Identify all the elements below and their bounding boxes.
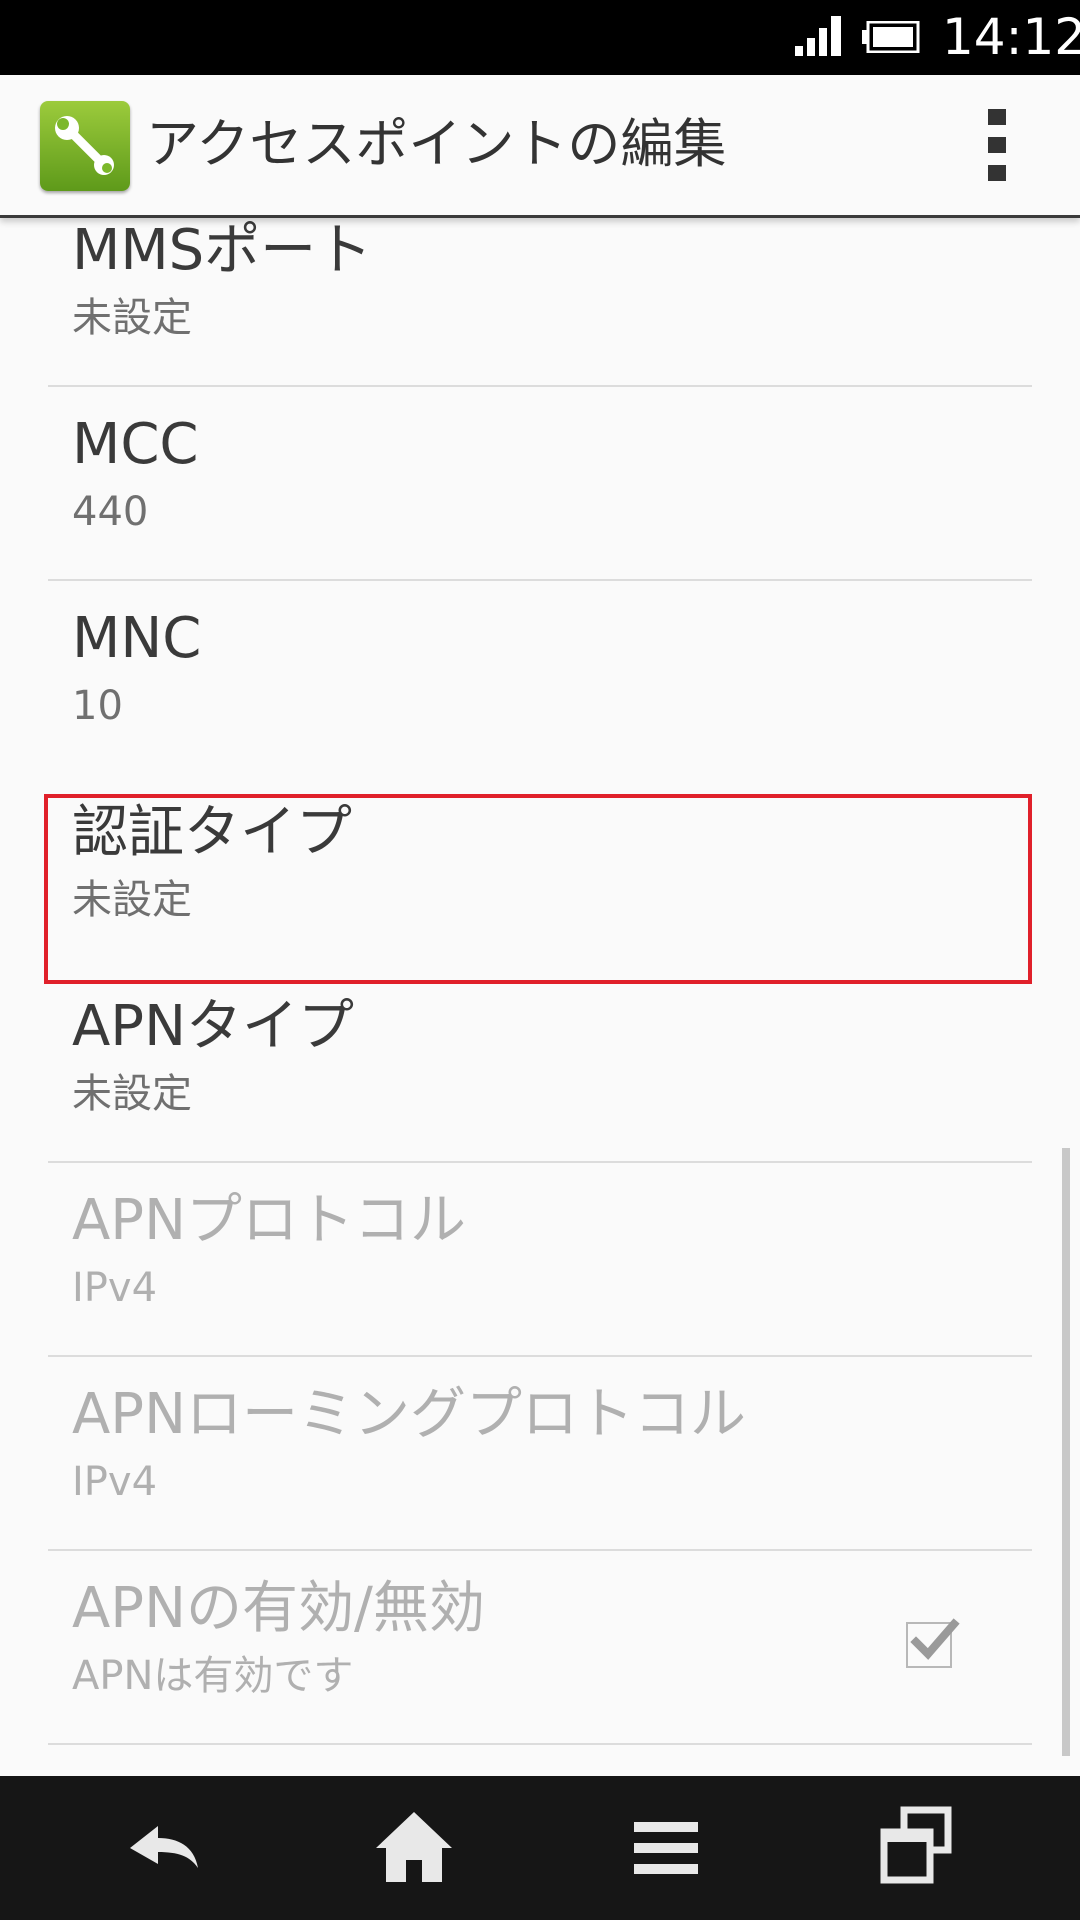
pref-summary: 未設定: [72, 1071, 192, 1117]
pref-apn-roaming-protocol: APNローミングプロトコル IPv4: [48, 1358, 1032, 1551]
checkmark-icon: [910, 1618, 960, 1660]
pref-apn-enable: APNの有効/無効 APNは有効です: [48, 1552, 1032, 1745]
pref-title: APNプロトコル: [72, 1188, 466, 1253]
pref-summary: IPv4: [72, 1459, 158, 1505]
pref-title: 認証タイプ: [72, 800, 352, 865]
pref-apn-type[interactable]: APNタイプ 未設定: [48, 970, 1032, 1163]
pref-apn-protocol: APNプロトコル IPv4: [48, 1164, 1032, 1357]
divider: [48, 385, 1032, 387]
pref-title: MMSポート: [72, 218, 373, 283]
action-bar: アクセスポイントの編集: [0, 75, 1080, 218]
divider: [48, 1743, 1032, 1745]
preference-list: MMSポート 未設定 MCC 440 MNC 10 認証タイプ 未設定 APNタ…: [0, 218, 1080, 1776]
pref-summary: 未設定: [72, 877, 192, 923]
pref-auth-type[interactable]: 認証タイプ 未設定: [48, 776, 1032, 969]
signal-icon: [795, 16, 841, 56]
divider: [48, 579, 1032, 581]
home-icon[interactable]: [364, 1798, 464, 1898]
recent-apps-icon[interactable]: [866, 1798, 966, 1898]
pref-mms-port[interactable]: MMSポート 未設定: [48, 218, 1032, 387]
wrench-icon[interactable]: [40, 101, 130, 191]
menu-icon[interactable]: [616, 1798, 716, 1898]
nav-bar: [0, 1776, 1080, 1920]
pref-mnc[interactable]: MNC 10: [48, 582, 1032, 775]
pref-title: APNの有効/無効: [72, 1576, 485, 1641]
pref-title: MNC: [72, 606, 202, 671]
status-bar: 14:12: [0, 0, 1080, 75]
divider: [48, 1355, 1032, 1357]
pref-summary: APNは有効です: [72, 1653, 354, 1699]
status-clock: 14:12: [942, 8, 1080, 66]
pref-summary: 未設定: [72, 295, 192, 341]
divider: [48, 1161, 1032, 1163]
pref-summary: IPv4: [72, 1265, 158, 1311]
pref-summary: 440: [72, 489, 149, 535]
divider: [48, 1549, 1032, 1551]
pref-title: APNタイプ: [72, 994, 354, 1059]
apn-enable-checkbox: [906, 1618, 960, 1668]
back-icon[interactable]: [114, 1798, 214, 1898]
pref-mcc[interactable]: MCC 440: [48, 388, 1032, 581]
pref-summary: 10: [72, 683, 123, 729]
battery-icon: [862, 21, 920, 53]
pref-title: APNローミングプロトコル: [72, 1382, 746, 1447]
scrollbar[interactable]: [1062, 1148, 1070, 1756]
pref-title: MCC: [72, 412, 199, 477]
overflow-menu-icon[interactable]: [972, 105, 1022, 185]
page-title: アクセスポイントの編集: [146, 114, 727, 175]
